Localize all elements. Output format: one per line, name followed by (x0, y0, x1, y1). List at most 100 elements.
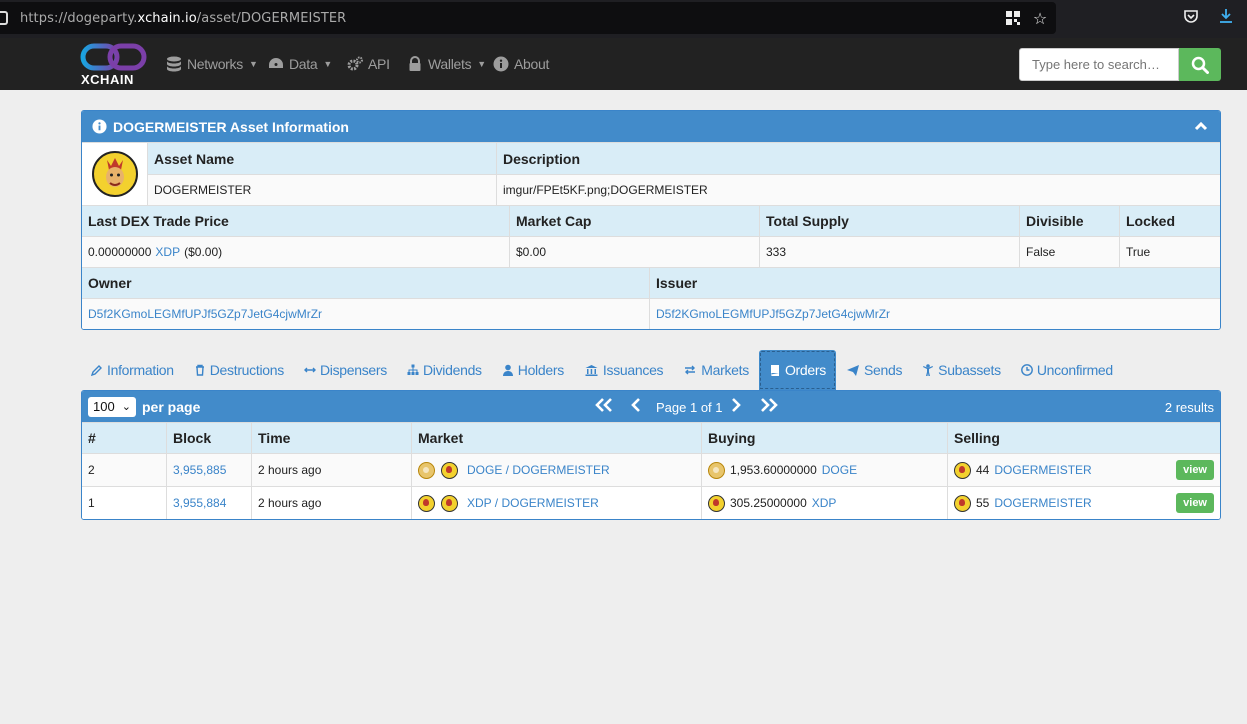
tab-issuances[interactable]: Issuances (574, 350, 673, 390)
tab-holders[interactable]: Holders (492, 350, 574, 390)
tab-information-label: Information (107, 362, 174, 378)
search-input[interactable] (1019, 48, 1179, 81)
tab-subassets[interactable]: Subassets (912, 350, 1011, 390)
view-button[interactable]: view (1176, 460, 1214, 480)
order-market: DOGE / DOGERMEISTER (412, 454, 702, 486)
caret-down-icon: ▼ (477, 59, 486, 69)
tab-issuances-label: Issuances (602, 362, 664, 378)
logo-text[interactable]: XCHAIN (81, 72, 134, 87)
order-selling: 44 DOGERMEISTER view (948, 454, 1220, 486)
chevron-up-icon[interactable] (1194, 119, 1208, 133)
prev-page-icon[interactable] (630, 397, 642, 417)
issuer-address-link[interactable]: D5f2KGmoLEGMfUPJf5GZp7JetG4cjwMrZr (656, 307, 890, 321)
asset-tabs: Information Destructions Dispensers Divi… (81, 350, 1123, 390)
col-selling: Selling (954, 430, 1000, 446)
trash-icon (195, 364, 204, 376)
xdp-link[interactable]: XDP (155, 245, 180, 259)
last-price-value: 0.00000000 XDP ($0.00) (82, 237, 510, 267)
sitemap-icon (407, 364, 419, 375)
orders-header-row: # Block Time Market Buying Selling (82, 422, 1220, 453)
tab-sends[interactable]: Sends (836, 350, 912, 390)
table-row: 1 3,955,884 2 hours ago XDP / DOGERMEIST… (82, 486, 1220, 519)
nav-about[interactable]: About (493, 56, 549, 72)
buy-asset-link[interactable]: XDP (812, 496, 837, 510)
download-icon[interactable] (1217, 8, 1235, 26)
buy-amount: 1,953.60000000 (730, 463, 817, 477)
market-link[interactable]: XDP / DOGERMEISTER (467, 496, 599, 510)
tab-markets-label: Markets (701, 362, 749, 378)
url-text[interactable]: https://dogeparty.xchain.io/asset/DOGERM… (20, 11, 346, 26)
browser-toolbar: https://dogeparty.xchain.io/asset/DOGERM… (0, 0, 1247, 38)
buy-asset-link[interactable]: DOGE (822, 463, 857, 477)
lock-icon[interactable] (0, 11, 8, 25)
sell-amount: 44 (976, 463, 990, 477)
block-link[interactable]: 3,955,885 (173, 463, 226, 477)
site-navbar: XCHAIN Networks ▼ Data ▼ API Wallets ▼ Abou… (0, 38, 1247, 90)
per-page-select[interactable]: 100 ⌄ (88, 397, 136, 417)
tab-orders-label: Orders (784, 362, 826, 378)
last-page-icon[interactable] (759, 397, 779, 417)
buy-amount: 305.25000000 (730, 496, 807, 510)
tab-dispensers-label: Dispensers (319, 362, 387, 378)
tab-destructions[interactable]: Destructions (184, 350, 294, 390)
chevron-down-icon: ⌄ (121, 401, 131, 413)
tab-markets[interactable]: Markets (673, 350, 759, 390)
total-supply-label: Total Supply (760, 206, 1020, 236)
next-page-icon[interactable] (730, 397, 742, 417)
bookmark-star-icon[interactable]: ☆ (1031, 10, 1049, 28)
tab-dividends[interactable]: Dividends (397, 350, 492, 390)
locked-value: True (1126, 245, 1151, 259)
description-value: imgur/FPEt5KF.png;DOGERMEISTER (503, 183, 708, 197)
tab-information[interactable]: Information (81, 350, 184, 390)
nav-wallets[interactable]: Wallets ▼ (407, 56, 486, 72)
issuer-label: Issuer (656, 275, 698, 291)
nav-networks[interactable]: Networks ▼ (166, 56, 258, 72)
clock-icon (1020, 364, 1033, 376)
sell-asset-link[interactable]: DOGERMEISTER (994, 463, 1091, 477)
first-page-icon[interactable] (594, 397, 614, 417)
nav-data[interactable]: Data ▼ (268, 56, 332, 72)
orders-pager: 100 ⌄ per page Page 1 of 1 2 results (82, 391, 1220, 422)
asset-name-label: Asset Name (148, 143, 497, 174)
dogermeister-coin-icon (954, 494, 971, 512)
search-icon (1191, 56, 1209, 74)
col-buying: Buying (702, 423, 948, 453)
doge-coin-icon (708, 461, 725, 479)
tab-dispensers[interactable]: Dispensers (294, 350, 397, 390)
nav-data-label: Data (289, 56, 318, 72)
address-bar[interactable]: https://dogeparty.xchain.io/asset/DOGERM… (0, 2, 1056, 34)
per-page-label: per page (142, 399, 201, 415)
description-label: Description (503, 150, 581, 167)
market-cap-value: $0.00 (510, 237, 760, 267)
page-indicator: Page 1 of 1 (656, 400, 723, 415)
qr-code-icon[interactable] (1004, 10, 1022, 28)
col-block: Block (167, 423, 252, 453)
nav-api[interactable]: API (347, 56, 390, 72)
issuer-value: D5f2KGmoLEGMfUPJf5GZp7JetG4cjwMrZr (650, 299, 1220, 329)
asset-info-panel: DOGERMEISTER Asset Information Asset Nam… (81, 110, 1221, 330)
database-icon (167, 56, 181, 72)
view-button[interactable]: view (1176, 493, 1214, 513)
lock-icon (409, 56, 421, 71)
owner-address-link[interactable]: D5f2KGmoLEGMfUPJf5GZp7JetG4cjwMrZr (88, 307, 322, 321)
arrows-h-icon (303, 367, 316, 373)
search-button[interactable] (1179, 48, 1221, 81)
dogermeister-logo-icon (91, 151, 138, 197)
cogs-icon (347, 56, 363, 71)
tab-sends-label: Sends (863, 362, 903, 378)
block-link[interactable]: 3,955,884 (173, 496, 226, 510)
owner-value: D5f2KGmoLEGMfUPJf5GZp7JetG4cjwMrZr (82, 299, 650, 329)
last-price-amount: 0.00000000 (88, 245, 152, 259)
order-time: 2 hours ago (252, 487, 412, 519)
order-block: 3,955,884 (167, 487, 252, 519)
pocket-icon[interactable] (1182, 8, 1200, 26)
dogermeister-coin-icon (441, 461, 458, 479)
results-count: 2 results (1164, 400, 1214, 415)
total-supply-value: 333 (760, 237, 1020, 267)
tab-dividends-label: Dividends (422, 362, 482, 378)
tab-subassets-label: Subassets (938, 362, 1001, 378)
tab-unconfirmed[interactable]: Unconfirmed (1011, 350, 1123, 390)
sell-asset-link[interactable]: DOGERMEISTER (994, 496, 1091, 510)
tab-orders[interactable]: Orders (758, 350, 836, 390)
market-link[interactable]: DOGE / DOGERMEISTER (467, 463, 610, 477)
